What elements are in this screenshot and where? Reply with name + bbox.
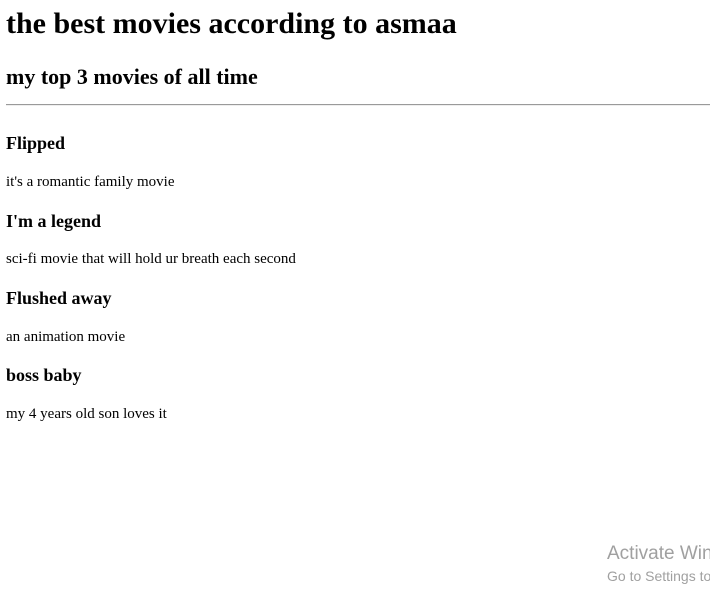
movie-title-1: Flipped bbox=[6, 133, 66, 153]
movie-description-2: sci-fi movie that will hold ur breath ea… bbox=[6, 251, 296, 267]
movie-description-3: an animation movie bbox=[6, 329, 126, 345]
page-title: the best movies according to asmaa bbox=[6, 7, 457, 40]
watermark-subtitle: Go to Settings to activate Windows. bbox=[607, 568, 710, 584]
watermark-title: Activate Windows bbox=[607, 543, 710, 564]
movie-description-4: my 4 years old son loves it bbox=[6, 406, 167, 422]
movie-title-4: boss baby bbox=[6, 365, 82, 385]
activation-watermark: Activate Windows Go to Settings to activ… bbox=[607, 540, 710, 591]
movie-description-1: it's a romantic family movie bbox=[6, 174, 175, 190]
page-subtitle: my top 3 movies of all time bbox=[6, 64, 258, 89]
movie-title-2: I'm a legend bbox=[6, 211, 102, 231]
divider bbox=[6, 104, 710, 106]
movie-title-3: Flushed away bbox=[6, 288, 112, 308]
